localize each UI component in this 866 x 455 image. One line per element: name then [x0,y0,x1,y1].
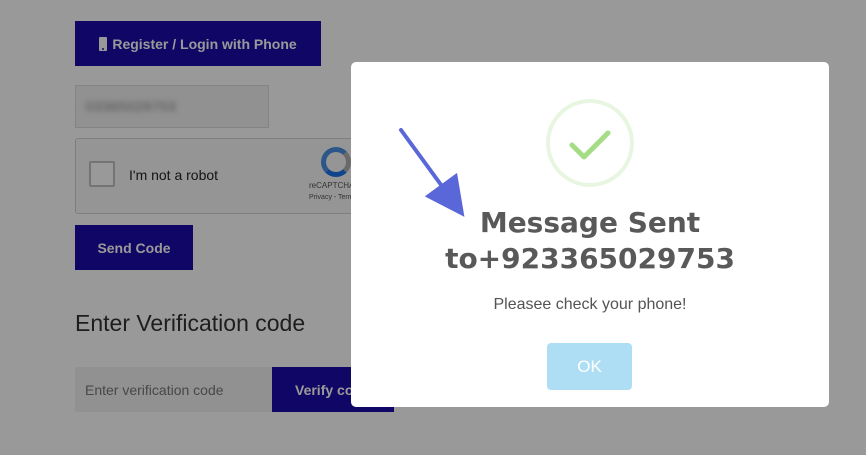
dialog-title-line1: Message Sent [479,206,701,239]
checkmark-icon [546,99,634,187]
dialog-title: Message Sent to+923365029753 [351,205,829,277]
ok-button[interactable]: OK [547,343,632,390]
success-dialog: Message Sent to+923365029753 Pleasee che… [351,62,829,407]
dialog-title-line2: to+923365029753 [445,242,735,275]
dialog-message: Pleasee check your phone! [493,296,687,313]
